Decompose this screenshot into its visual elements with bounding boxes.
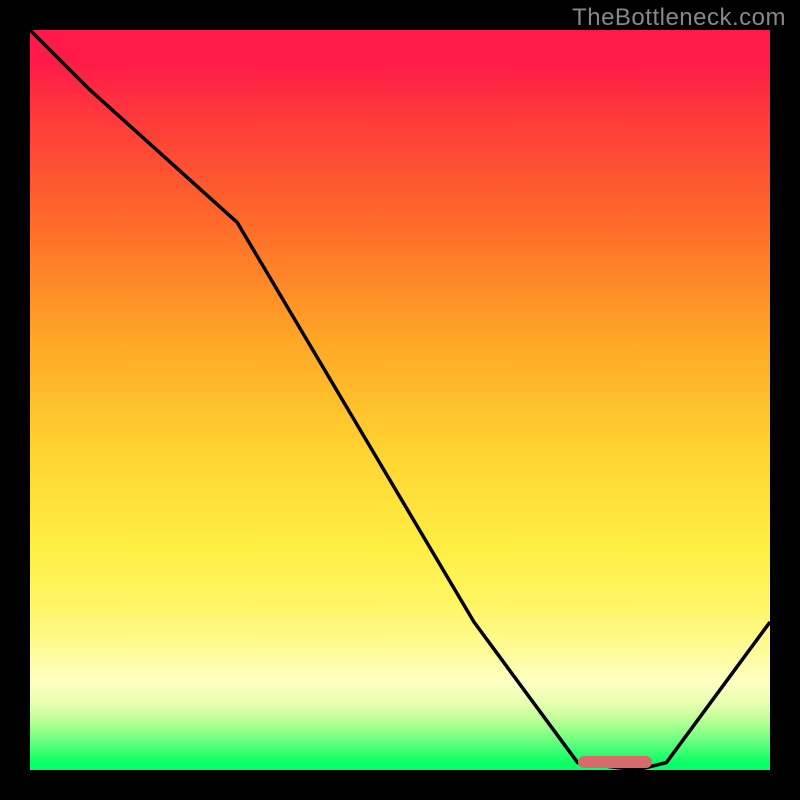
optimal-range-marker xyxy=(578,756,652,768)
bottleneck-curve xyxy=(30,30,770,770)
watermark-text: TheBottleneck.com xyxy=(572,4,786,32)
chart-plot-area xyxy=(30,30,770,770)
